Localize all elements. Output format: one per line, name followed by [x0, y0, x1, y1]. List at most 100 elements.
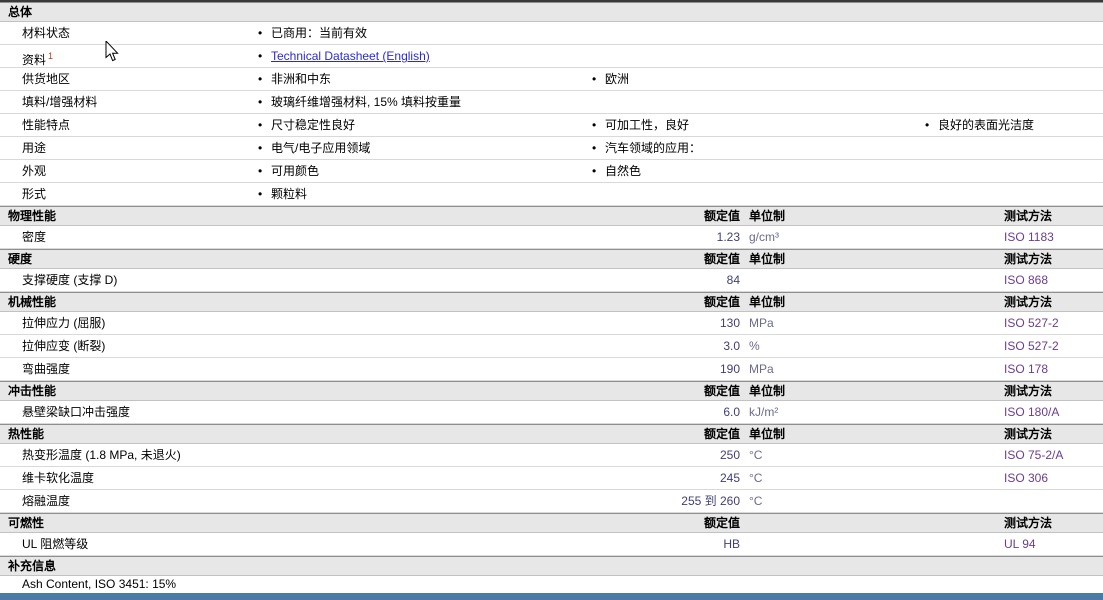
property-value: 84 — [726, 273, 740, 287]
property-row: 热变形温度 (1.8 MPa, 未退火) 250 °C ISO 75-2/A — [0, 444, 1103, 467]
row-label: 材料状态 — [22, 26, 71, 40]
mouse-cursor-icon — [105, 41, 119, 62]
row-label: 外观 — [22, 164, 47, 178]
column-header-rated-value: 额定值 — [703, 295, 740, 309]
property-label: 支撑硬度 (支撑 D) — [22, 273, 118, 287]
row-value: 自然色 — [592, 160, 641, 182]
footer-bar — [0, 593, 1103, 600]
table-row: 形式 颗粒料 — [0, 183, 1103, 206]
property-test-method: ISO 180/A — [1004, 405, 1060, 419]
footnote-marker: 1 — [48, 51, 54, 61]
table-row: 外观 可用颜色 自然色 — [0, 160, 1103, 183]
property-row: 弯曲强度 190 MPa ISO 178 — [0, 358, 1103, 381]
row-value: 可用颜色 — [258, 160, 319, 182]
row-label: 用途 — [22, 141, 47, 155]
column-header-test-method: 测试方法 — [1004, 252, 1053, 266]
section-title: 可燃性 — [8, 516, 45, 530]
row-label: 形式 — [22, 187, 47, 201]
column-header-unit: 单位制 — [749, 209, 786, 223]
column-header-rated-value: 额定值 — [703, 516, 740, 530]
property-unit: MPa — [749, 316, 774, 330]
property-unit: kJ/m² — [749, 405, 779, 419]
row-label-text: 资料 — [22, 53, 47, 67]
property-label: 熔融温度 — [22, 494, 71, 508]
table-row: 资料1 Technical Datasheet (English) — [0, 45, 1103, 68]
column-header-unit: 单位制 — [749, 295, 786, 309]
row-label: 性能特点 — [22, 118, 71, 132]
property-label: 密度 — [22, 230, 47, 244]
section-header-hardness: 硬度 额定值 单位制 测试方法 — [0, 249, 1103, 269]
section-title: 硬度 — [8, 252, 33, 266]
section-header-impact: 冲击性能 额定值 单位制 测试方法 — [0, 381, 1103, 401]
row-value: 欧洲 — [592, 68, 629, 90]
column-header-unit: 单位制 — [749, 384, 786, 398]
property-label: 悬壁梁缺口冲击强度 — [22, 405, 131, 419]
section-title: 冲击性能 — [8, 384, 57, 398]
property-value: 3.0 — [723, 339, 740, 353]
property-test-method: ISO 178 — [1004, 362, 1049, 376]
property-unit: % — [749, 339, 760, 353]
row-value: 玻璃纤维增强材料, 15% 填料按重量 — [258, 91, 461, 113]
column-header-rated-value: 额定值 — [703, 427, 740, 441]
property-label: 拉伸应变 (断裂) — [22, 339, 106, 353]
table-row: 性能特点 尺寸稳定性良好 可加工性，良好 良好的表面光洁度 — [0, 114, 1103, 137]
row-value: 电气/电子应用领域 — [258, 137, 370, 159]
property-value: 190 — [719, 362, 740, 376]
property-unit: °C — [749, 494, 763, 508]
column-header-test-method: 测试方法 — [1004, 516, 1053, 530]
row-value: 已商用：当前有效 — [258, 22, 367, 44]
technical-datasheet-link[interactable]: Technical Datasheet (English) — [271, 49, 430, 63]
property-value: 1.23 — [716, 230, 740, 244]
row-value: 汽车领域的应用： — [592, 137, 701, 159]
property-row: 维卡软化温度 245 °C ISO 306 — [0, 467, 1103, 490]
column-header-rated-value: 额定值 — [703, 384, 740, 398]
column-header-unit: 单位制 — [749, 252, 786, 266]
property-test-method: ISO 868 — [1004, 273, 1049, 287]
section-header-thermal: 热性能 额定值 单位制 测试方法 — [0, 424, 1103, 444]
row-value: 可加工性，良好 — [592, 114, 689, 136]
section-header-flammability: 可燃性 额定值 测试方法 — [0, 513, 1103, 533]
property-unit: MPa — [749, 362, 774, 376]
section-title: 物理性能 — [8, 209, 57, 223]
section-title: 机械性能 — [8, 295, 57, 309]
property-value: 250 — [719, 448, 740, 462]
datasheet-page: 总体 材料状态 已商用：当前有效 资料1 Technical Datasheet… — [0, 0, 1103, 600]
property-value: 6.0 — [723, 405, 740, 419]
section-title: 热性能 — [8, 427, 45, 441]
section-title: 总体 — [8, 5, 33, 19]
property-test-method: UL 94 — [1004, 537, 1036, 551]
section-header-mechanical: 机械性能 额定值 单位制 测试方法 — [0, 292, 1103, 312]
column-header-test-method: 测试方法 — [1004, 427, 1053, 441]
section-header-general: 总体 — [0, 2, 1103, 22]
property-row: 拉伸应力 (屈服) 130 MPa ISO 527-2 — [0, 312, 1103, 335]
property-row: UL 阻燃等级 HB UL 94 — [0, 533, 1103, 556]
section-title: 补充信息 — [8, 559, 57, 573]
row-value: 良好的表面光洁度 — [925, 114, 1034, 136]
property-value: HB — [723, 537, 740, 551]
section-header-physical: 物理性能 额定值 单位制 测试方法 — [0, 206, 1103, 226]
section-header-supplemental: 补充信息 — [0, 556, 1103, 576]
property-test-method: ISO 306 — [1004, 471, 1049, 485]
table-row: 用途 电气/电子应用领域 汽车领域的应用： — [0, 137, 1103, 160]
property-row: 拉伸应变 (断裂) 3.0 % ISO 527-2 — [0, 335, 1103, 358]
property-label: 弯曲强度 — [22, 362, 71, 376]
row-value: 非洲和中东 — [258, 68, 331, 90]
table-row: 填料/增强材料 玻璃纤维增强材料, 15% 填料按重量 — [0, 91, 1103, 114]
row-value: 尺寸稳定性良好 — [258, 114, 355, 136]
supplemental-text: Ash Content, ISO 3451: 15% — [22, 577, 177, 591]
table-row: 材料状态 已商用：当前有效 — [0, 22, 1103, 45]
table-row: 供货地区 非洲和中东 欧洲 — [0, 68, 1103, 91]
row-label: 供货地区 — [22, 72, 71, 86]
supplemental-row: Ash Content, ISO 3451: 15% — [0, 576, 1103, 594]
row-value: Technical Datasheet (English) — [258, 45, 430, 67]
property-label: 拉伸应力 (屈服) — [22, 316, 106, 330]
column-header-rated-value: 额定值 — [703, 252, 740, 266]
column-header-test-method: 测试方法 — [1004, 384, 1053, 398]
property-label: 维卡软化温度 — [22, 471, 95, 485]
property-unit: g/cm³ — [749, 230, 779, 244]
row-value: 颗粒料 — [258, 183, 307, 205]
property-test-method: ISO 75-2/A — [1004, 448, 1064, 462]
property-unit: °C — [749, 471, 763, 485]
property-test-method: ISO 1183 — [1004, 230, 1054, 244]
property-test-method: ISO 527-2 — [1004, 316, 1059, 330]
